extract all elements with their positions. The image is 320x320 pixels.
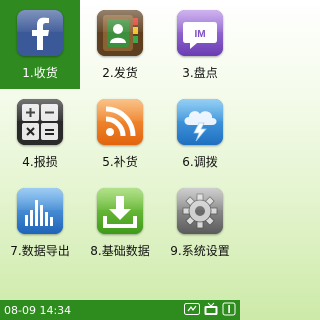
status-datetime: 08-09 14:34 — [4, 303, 72, 317]
menu-item-ship[interactable]: 2.发货 — [80, 0, 160, 89]
alert-icon — [222, 301, 236, 320]
im-chat-icon: IM — [177, 10, 223, 56]
menu-item-replenish[interactable]: 5.补货 — [80, 89, 160, 178]
menu-item-settings[interactable]: 9.系统设置 — [160, 178, 240, 267]
menu-item-base-data[interactable]: 8.基础数据 — [80, 178, 160, 267]
status-icons — [184, 301, 236, 320]
menu-item-label: 4.报损 — [22, 155, 58, 169]
menu-item-label: 1.收货 — [22, 66, 58, 80]
menu-item-export[interactable]: 7.数据导出 — [0, 178, 80, 267]
download-icon — [97, 188, 143, 234]
menu-item-inventory[interactable]: IM 3.盘点 — [160, 0, 240, 89]
menu-item-label: 8.基础数据 — [90, 244, 150, 258]
bar-chart-icon — [17, 188, 63, 234]
rss-icon — [97, 99, 143, 145]
status-strip: 08-09 14:34 — [0, 300, 240, 320]
menu-item-damage[interactable]: 4.报损 — [0, 89, 80, 178]
menu-item-label: 3.盘点 — [182, 66, 218, 80]
network-icon — [184, 301, 200, 320]
weather-lightning-icon — [177, 99, 223, 145]
contacts-book-icon — [97, 10, 143, 56]
status-bar: 08-09 14:34 — [0, 268, 240, 320]
menu-item-label: 7.数据导出 — [10, 244, 70, 258]
menu-item-transfer[interactable]: 6.调拨 — [160, 89, 240, 178]
facebook-icon — [17, 10, 63, 56]
menu-item-label: 9.系统设置 — [170, 244, 230, 258]
menu-item-label: 6.调拨 — [182, 155, 218, 169]
calculator-icon — [17, 99, 63, 145]
menu-grid: 1.收货 2.发货 IM 3.盘点 4.报损 5.补货 6.调拨 7.数据导出 … — [0, 0, 240, 268]
menu-item-receive[interactable]: 1.收货 — [0, 0, 80, 89]
gear-icon — [177, 188, 223, 234]
tv-icon — [203, 301, 219, 320]
menu-item-label: 5.补货 — [102, 155, 138, 169]
menu-item-label: 2.发货 — [102, 66, 138, 80]
